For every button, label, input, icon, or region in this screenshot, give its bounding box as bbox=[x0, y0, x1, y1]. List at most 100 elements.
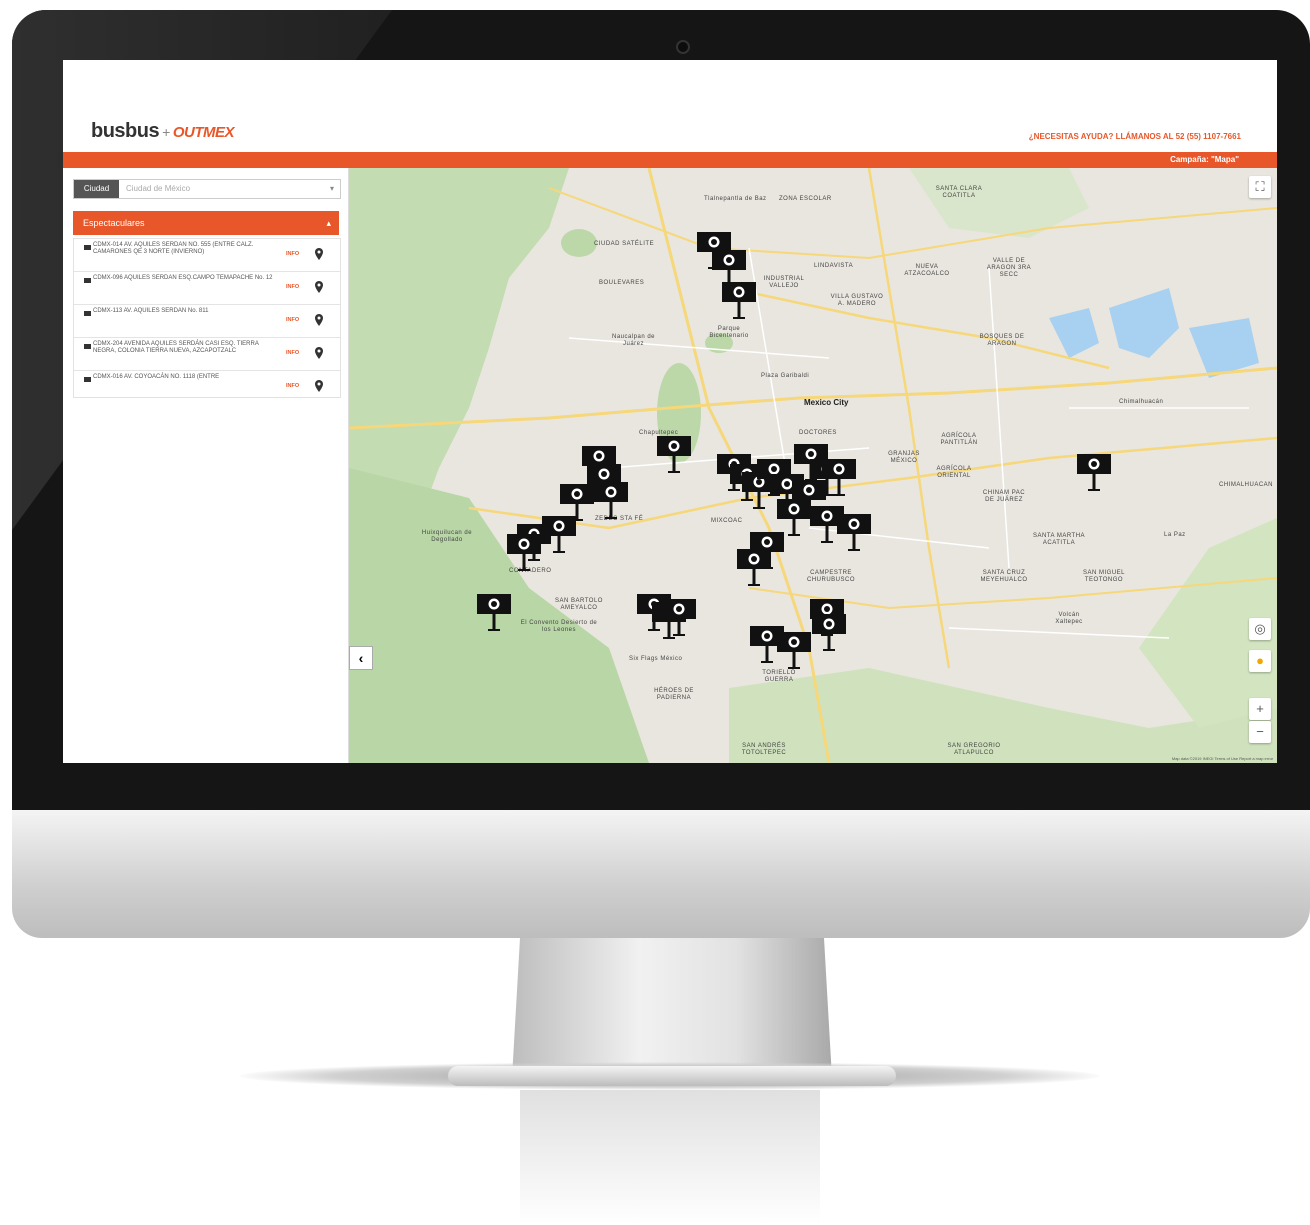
map-label: DOCTORES bbox=[799, 430, 837, 436]
map-label: CIUDAD SATÉLITE bbox=[594, 241, 655, 247]
billboard-marker[interactable] bbox=[476, 593, 512, 637]
city-selector[interactable]: Ciudad Ciudad de México ▾ bbox=[73, 179, 341, 199]
map-label: VILLA GUSTAVO A. MADERO bbox=[830, 294, 884, 307]
map-label: Six Flags México bbox=[629, 656, 683, 662]
map-label: GRANJAS MÉXICO bbox=[888, 451, 920, 464]
map-label: SAN GREGORIO ATLAPULCO bbox=[947, 743, 1001, 756]
sidebar-collapse-button[interactable]: ‹ bbox=[349, 646, 373, 670]
info-link[interactable]: INFO bbox=[286, 251, 299, 257]
map-pin-icon[interactable] bbox=[314, 314, 324, 326]
map-label: Plaza Garibaldi bbox=[761, 373, 810, 379]
billboard-marker[interactable] bbox=[776, 631, 812, 675]
map-label: Volcán Xaltepec bbox=[1055, 612, 1083, 625]
map-label: CHIMALHUACAN bbox=[1219, 482, 1274, 488]
map-attribution[interactable]: Map data ©2019 INEGI Terms of Use Report… bbox=[1172, 756, 1273, 761]
billboard-marker[interactable] bbox=[1076, 453, 1112, 497]
list-item[interactable]: CDMX-113 AV. AQUILES SERDAN No. 811 INFO bbox=[74, 305, 340, 338]
billboard-marker[interactable] bbox=[811, 613, 847, 657]
item-text: CDMX-113 AV. AQUILES SERDAN No. 811 bbox=[93, 308, 209, 314]
billboard-marker[interactable] bbox=[656, 435, 692, 479]
map-label: VALLE DE ARAGON 3RA SECC bbox=[986, 258, 1032, 278]
map-label: Parque Bicentenario bbox=[709, 326, 749, 339]
map-label: El Convento Desierto de los Leones bbox=[520, 620, 598, 633]
billboard-marker[interactable] bbox=[836, 513, 872, 557]
billboard-marker[interactable] bbox=[661, 598, 697, 642]
map-label: CAMPESTRE CHURUBUSCO bbox=[806, 570, 855, 583]
map-label: LINDAVISTA bbox=[814, 263, 854, 269]
map-label: ZONA ESCOLAR bbox=[779, 196, 832, 202]
map-label: SAN MIGUEL TEOTONGO bbox=[1082, 570, 1125, 583]
map-canvas[interactable]: Tlalnepantla de Baz ZONA ESCOLAR SANTA C… bbox=[349, 168, 1277, 763]
list-item[interactable]: CDMX-096 AQUILES SERDAN ESQ.CAMPO TEMAPA… bbox=[74, 272, 340, 305]
map-label: BOULEVARES bbox=[599, 280, 645, 286]
map-label: Chimalhuacán bbox=[1119, 399, 1164, 405]
info-link[interactable]: INFO bbox=[286, 383, 299, 389]
zoom-out-button[interactable]: − bbox=[1249, 721, 1271, 743]
map-label: HÉROES DE PADIERNA bbox=[654, 688, 694, 701]
chevron-down-icon[interactable]: ▾ bbox=[330, 180, 334, 198]
help-phone[interactable]: ¿NECESITAS AYUDA? LLÁMANOS AL 52 (55) 11… bbox=[1029, 132, 1241, 141]
my-location-icon[interactable]: ◎ bbox=[1249, 618, 1271, 640]
item-text: CDMX-014 AV. AQUILES SERDAN NO. 555 (ENT… bbox=[93, 242, 254, 255]
billboard-icon bbox=[84, 344, 91, 349]
brand-logo[interactable]: busbus + OUTMEX bbox=[91, 120, 234, 143]
billboard-marker[interactable] bbox=[721, 281, 757, 325]
panel-header[interactable]: Espectaculares ▴ bbox=[73, 211, 339, 235]
camera-icon bbox=[676, 40, 690, 54]
logo-main: busbus bbox=[91, 120, 160, 142]
stand-reflection bbox=[520, 1090, 820, 1225]
map-label: SAN ANDRÉS TOTOLTEPEC bbox=[741, 743, 787, 756]
info-link[interactable]: INFO bbox=[286, 350, 299, 356]
campaign-bar bbox=[63, 152, 1277, 168]
logo-partner: OUTMEX bbox=[172, 124, 235, 141]
map-label: SANTA MARTHA ACATITLA bbox=[1032, 533, 1086, 546]
map-label: SANTA CLARA COATITLA bbox=[935, 186, 983, 199]
sidebar: Ciudad Ciudad de México ▾ Espectaculares… bbox=[63, 168, 349, 763]
list-item[interactable]: CDMX-016 AV. COYOACÁN NO. 1118 (ENTRE IN… bbox=[74, 371, 340, 397]
info-link[interactable]: INFO bbox=[286, 317, 299, 323]
map-pin-icon[interactable] bbox=[314, 281, 324, 293]
pegman-icon[interactable]: ● bbox=[1249, 650, 1271, 672]
billboard-icon bbox=[84, 245, 91, 250]
monitor-base bbox=[448, 1066, 896, 1086]
map-label: CHINAM PAC DE JUÁREZ bbox=[982, 490, 1026, 503]
map-label: Huixquilucan de Degollado bbox=[421, 530, 473, 543]
zoom-in-button[interactable]: + bbox=[1249, 698, 1271, 720]
screen: busbus + OUTMEX ¿NECESITAS AYUDA? LLÁMANOS… bbox=[63, 60, 1277, 763]
map-label: AGRÍCOLA ORIENTAL bbox=[936, 466, 972, 479]
map-pin-icon[interactable] bbox=[314, 380, 324, 392]
list-item[interactable]: CDMX-204 AVENIDA AQUILES SERDÁN CASI ESQ… bbox=[74, 338, 340, 371]
map-label: AGRÍCOLA PANTITLÁN bbox=[940, 433, 978, 446]
city-label: Ciudad bbox=[74, 180, 119, 198]
site-header: busbus + OUTMEX ¿NECESITAS AYUDA? LLÁMANOS… bbox=[63, 60, 1277, 152]
billboard-marker[interactable] bbox=[506, 533, 542, 577]
billboard-marker[interactable] bbox=[736, 548, 772, 592]
billboard-icon bbox=[84, 278, 91, 283]
collapse-caret-icon[interactable]: ▴ bbox=[326, 211, 331, 235]
list-item[interactable]: CDMX-014 AV. AQUILES SERDAN NO. 555 (ENT… bbox=[74, 239, 340, 272]
city-label: Mexico City bbox=[804, 398, 849, 407]
map-label: Tlalnepantla de Baz bbox=[704, 196, 767, 202]
monitor-chin bbox=[12, 810, 1310, 938]
billboard-icon bbox=[84, 311, 91, 316]
map-label: Naucalpan de Juárez bbox=[611, 334, 656, 347]
billboard-marker[interactable] bbox=[821, 458, 857, 502]
logo-plus: + bbox=[162, 124, 170, 140]
map-pin-icon[interactable] bbox=[314, 248, 324, 260]
map-label: La Paz bbox=[1164, 532, 1186, 538]
campaign-name: Campaña: "Mapa" bbox=[1170, 155, 1239, 164]
billboard-list: CDMX-014 AV. AQUILES SERDAN NO. 555 (ENT… bbox=[73, 238, 341, 398]
map-label: BOSQUES DE ARAGON bbox=[979, 334, 1025, 347]
map-pin-icon[interactable] bbox=[314, 347, 324, 359]
info-link[interactable]: INFO bbox=[286, 284, 299, 290]
map-label: SANTA CRUZ MEYEHUALCO bbox=[980, 570, 1028, 583]
billboard-marker[interactable] bbox=[593, 481, 629, 525]
city-select[interactable]: Ciudad de México bbox=[126, 180, 326, 198]
item-text: CDMX-204 AVENIDA AQUILES SERDÁN CASI ESQ… bbox=[93, 341, 259, 354]
panel-title: Espectaculares bbox=[83, 218, 145, 228]
map-label: INDUSTRIAL VALLEJO bbox=[763, 276, 805, 289]
map-label: SAN BARTOLO AMEYALCO bbox=[555, 598, 603, 611]
fullscreen-icon[interactable]: ⛶ bbox=[1249, 176, 1271, 198]
item-text: CDMX-096 AQUILES SERDAN ESQ.CAMPO TEMAPA… bbox=[93, 275, 273, 281]
map-label: NUEVA ATZACOALCO bbox=[904, 264, 950, 277]
